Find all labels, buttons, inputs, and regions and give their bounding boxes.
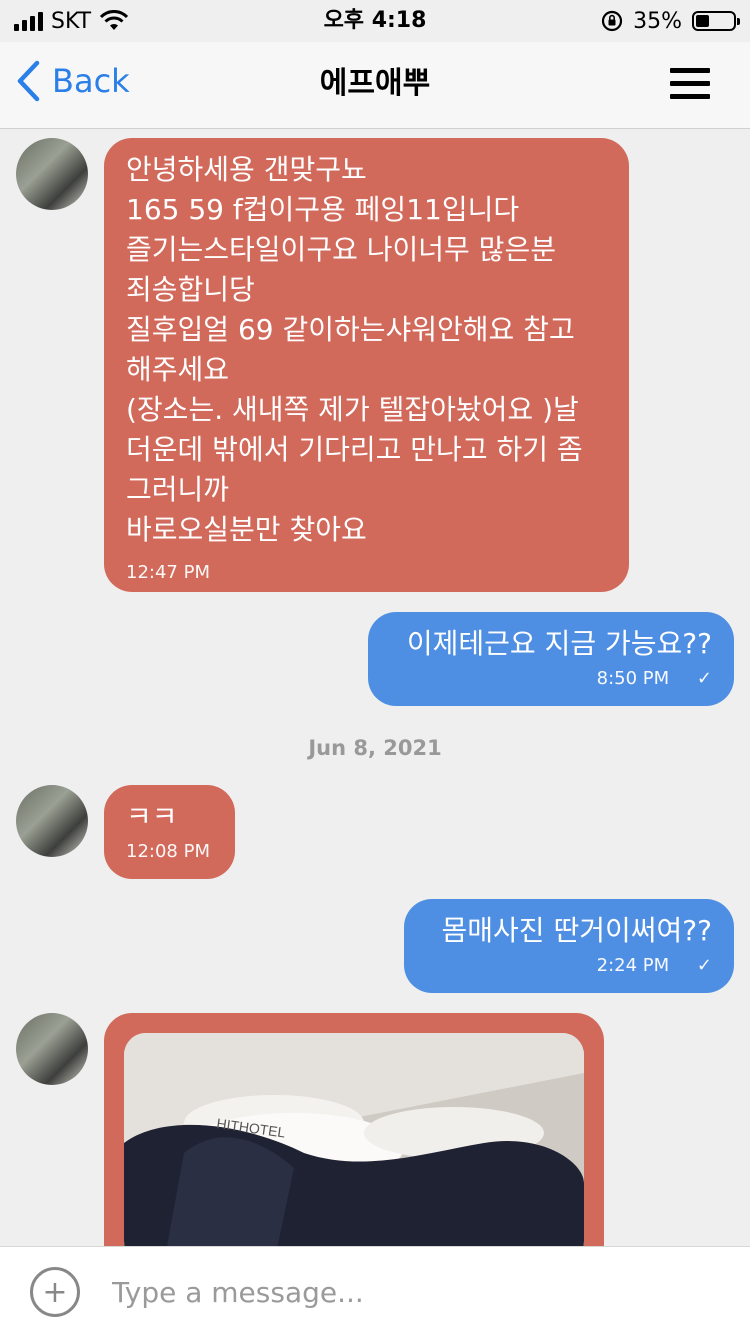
date-separator: Jun 8, 2021 <box>308 736 442 760</box>
message-input[interactable] <box>110 1261 714 1323</box>
message-text: 이제테근요 지금 가능요?? <box>406 627 712 660</box>
message-text: 몸매사진 딴거이써여?? <box>441 914 712 947</box>
message-time: 2:24 PM <box>596 955 670 976</box>
hamburger-menu-icon[interactable] <box>670 68 710 102</box>
outgoing-message-bubble[interactable]: 이제테근요 지금 가능요?? 8:50 PM ✓ <box>368 612 734 706</box>
nav-bar: Back 에프애뿌 <box>0 42 750 129</box>
back-button[interactable]: Back <box>16 60 130 102</box>
add-attachment-button[interactable]: + <box>30 1267 80 1317</box>
read-check-icon: ✓ <box>696 955 712 976</box>
status-bar: SKT 오후 4:18 35% <box>0 0 750 42</box>
status-right: 35% <box>601 6 740 36</box>
avatar[interactable] <box>16 785 88 857</box>
back-label: Back <box>52 62 130 100</box>
battery-percent: 35% <box>633 8 682 34</box>
message-text: ㅋㅋ <box>126 800 178 833</box>
outgoing-message-bubble[interactable]: 몸매사진 딴거이써여?? 2:24 PM ✓ <box>404 899 734 993</box>
plus-circle-icon: + <box>42 1274 68 1310</box>
avatar[interactable] <box>16 138 88 210</box>
incoming-message-bubble[interactable]: 안녕하세용 갠맞구뇨 165 59 f컵이구용 페잉11입니다 즐기는스타일이구… <box>104 138 629 592</box>
message-time: 12:47 PM <box>126 562 210 583</box>
message-text: 안녕하세용 갠맞구뇨 165 59 f컵이구용 페잉11입니다 즐기는스타일이구… <box>126 153 583 546</box>
message-time: 8:50 PM <box>596 668 670 689</box>
avatar[interactable] <box>16 1013 88 1085</box>
incoming-message-bubble[interactable]: ㅋㅋ 12:08 PM <box>104 785 235 879</box>
chevron-left-icon <box>17 60 40 102</box>
photo-image: HITHOTEL <box>124 1033 584 1263</box>
message-photo[interactable]: HITHOTEL <box>124 1033 584 1263</box>
message-time: 12:08 PM <box>126 841 210 862</box>
battery-icon <box>692 11 740 31</box>
message-composer: + <box>0 1246 750 1335</box>
orientation-lock-icon <box>601 10 623 32</box>
read-check-icon: ✓ <box>696 668 712 689</box>
